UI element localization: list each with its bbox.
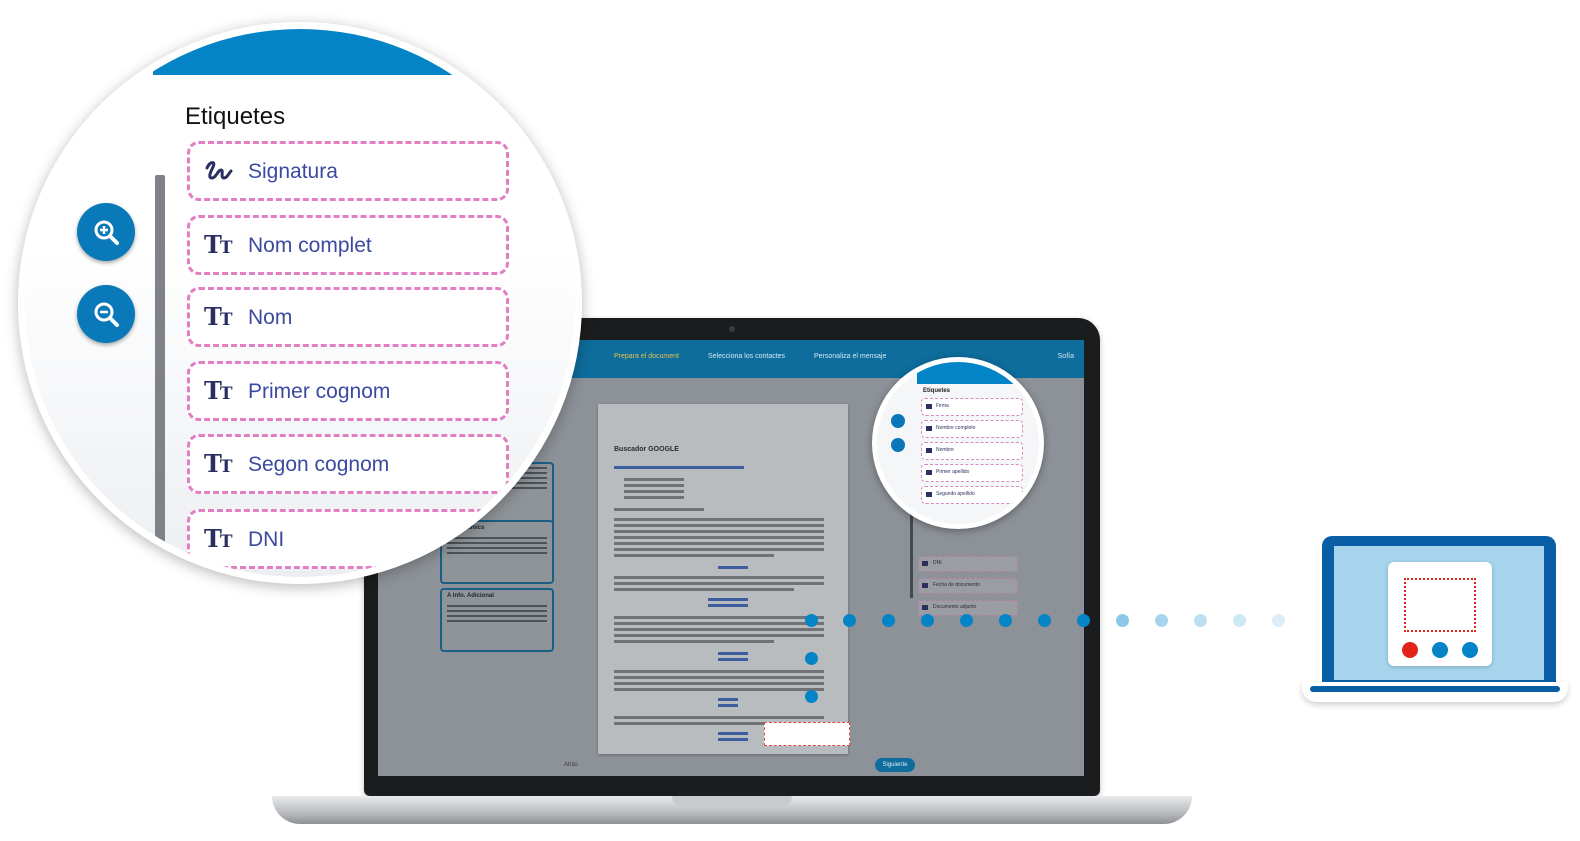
mini-tag-full-name[interactable]: Nombre completo	[921, 420, 1023, 438]
next-button[interactable]: Siguiente	[875, 758, 915, 772]
text-icon: TT	[204, 524, 232, 553]
connector-dot	[1038, 614, 1051, 627]
tag-label: Nom	[248, 306, 293, 329]
text-icon: TT	[204, 449, 232, 478]
zoom-in-button[interactable]	[77, 203, 135, 261]
connector-dot	[805, 652, 818, 665]
panel-header-band	[153, 29, 493, 75]
connector-dot	[921, 614, 934, 627]
tag-second-surname[interactable]: TT Segon cognom	[187, 434, 509, 494]
tags-scrollbar[interactable]	[155, 175, 165, 555]
document-title: Buscador GOOGLE	[614, 446, 679, 453]
mini-tag-signature[interactable]: Firma	[921, 398, 1023, 416]
zoom-in-icon[interactable]	[891, 414, 905, 428]
big-magnifier: Etiquetes Signatura TT Nom complet TT No…	[18, 22, 582, 584]
connector-dot	[1155, 614, 1168, 627]
laptop-icon	[1300, 532, 1570, 710]
text-icon: TT	[204, 302, 232, 331]
mini-tag[interactable]: DNI	[918, 556, 1018, 572]
text-icon: TT	[204, 376, 232, 405]
signature-placement-box[interactable]	[764, 722, 850, 746]
connector-dot	[960, 614, 973, 627]
signature-icon	[205, 161, 233, 180]
connector-dot	[805, 690, 818, 703]
text-icon: TT	[204, 230, 232, 259]
tag-full-name[interactable]: TT Nom complet	[187, 215, 509, 275]
zoom-out-icon	[94, 302, 119, 327]
zoom-out-button[interactable]	[77, 285, 135, 343]
tag-first-surname[interactable]: TT Primer cognom	[187, 361, 509, 421]
connector-dot	[1233, 614, 1246, 627]
tag-name[interactable]: TT Nom	[187, 287, 509, 347]
mini-magnifier: Etiquetes Firma Nombre completo Nombre P…	[872, 357, 1044, 529]
tag-label: Nom complet	[248, 234, 372, 257]
tag-signature[interactable]: Signatura	[187, 141, 509, 201]
mini-tag-second-surname[interactable]: Segundo apellido	[921, 486, 1023, 504]
user-name[interactable]: Sofía	[1058, 353, 1074, 360]
step-customize-message[interactable]: Personaliza el mensaje	[814, 353, 886, 360]
tag-label: Signatura	[248, 160, 338, 183]
mini-tag-name[interactable]: Nombre	[921, 442, 1023, 460]
back-button[interactable]: Atrás	[564, 762, 578, 768]
connector-dot	[843, 614, 856, 627]
connector-dot	[999, 614, 1012, 627]
connector-dot	[882, 614, 895, 627]
left-card-additional-info: A Info. Adicional	[440, 588, 554, 652]
step-select-contacts[interactable]: Selecciona los contactes	[708, 353, 785, 360]
zoom-in-icon	[94, 220, 119, 245]
connector-dot	[1077, 614, 1090, 627]
tags-title: Etiquetes	[185, 103, 286, 130]
laptop-notch	[672, 796, 792, 806]
mini-tag[interactable]: Fecha de documento	[918, 578, 1018, 594]
zoom-out-icon[interactable]	[891, 438, 905, 452]
connector-dot	[805, 614, 818, 627]
right-tag-list: DNI Fecha de documento Documento adjunto	[918, 556, 1018, 622]
mini-tag-first-surname[interactable]: Primer apellido	[921, 464, 1023, 482]
connector-dot	[1272, 614, 1285, 627]
mini-header-band	[917, 362, 1039, 384]
tag-label: Segon cognom	[248, 453, 390, 476]
connector-dot	[1116, 614, 1129, 627]
tag-label: DNI	[248, 528, 285, 551]
step-prepare-document[interactable]: Prepara el document	[614, 353, 679, 360]
connector-dot	[1194, 614, 1207, 627]
tag-label: Primer cognom	[248, 380, 391, 403]
camera-icon	[729, 326, 735, 332]
tag-dni[interactable]: TT DNI	[187, 509, 509, 569]
mini-tags-title: Etiquetes	[923, 388, 951, 394]
